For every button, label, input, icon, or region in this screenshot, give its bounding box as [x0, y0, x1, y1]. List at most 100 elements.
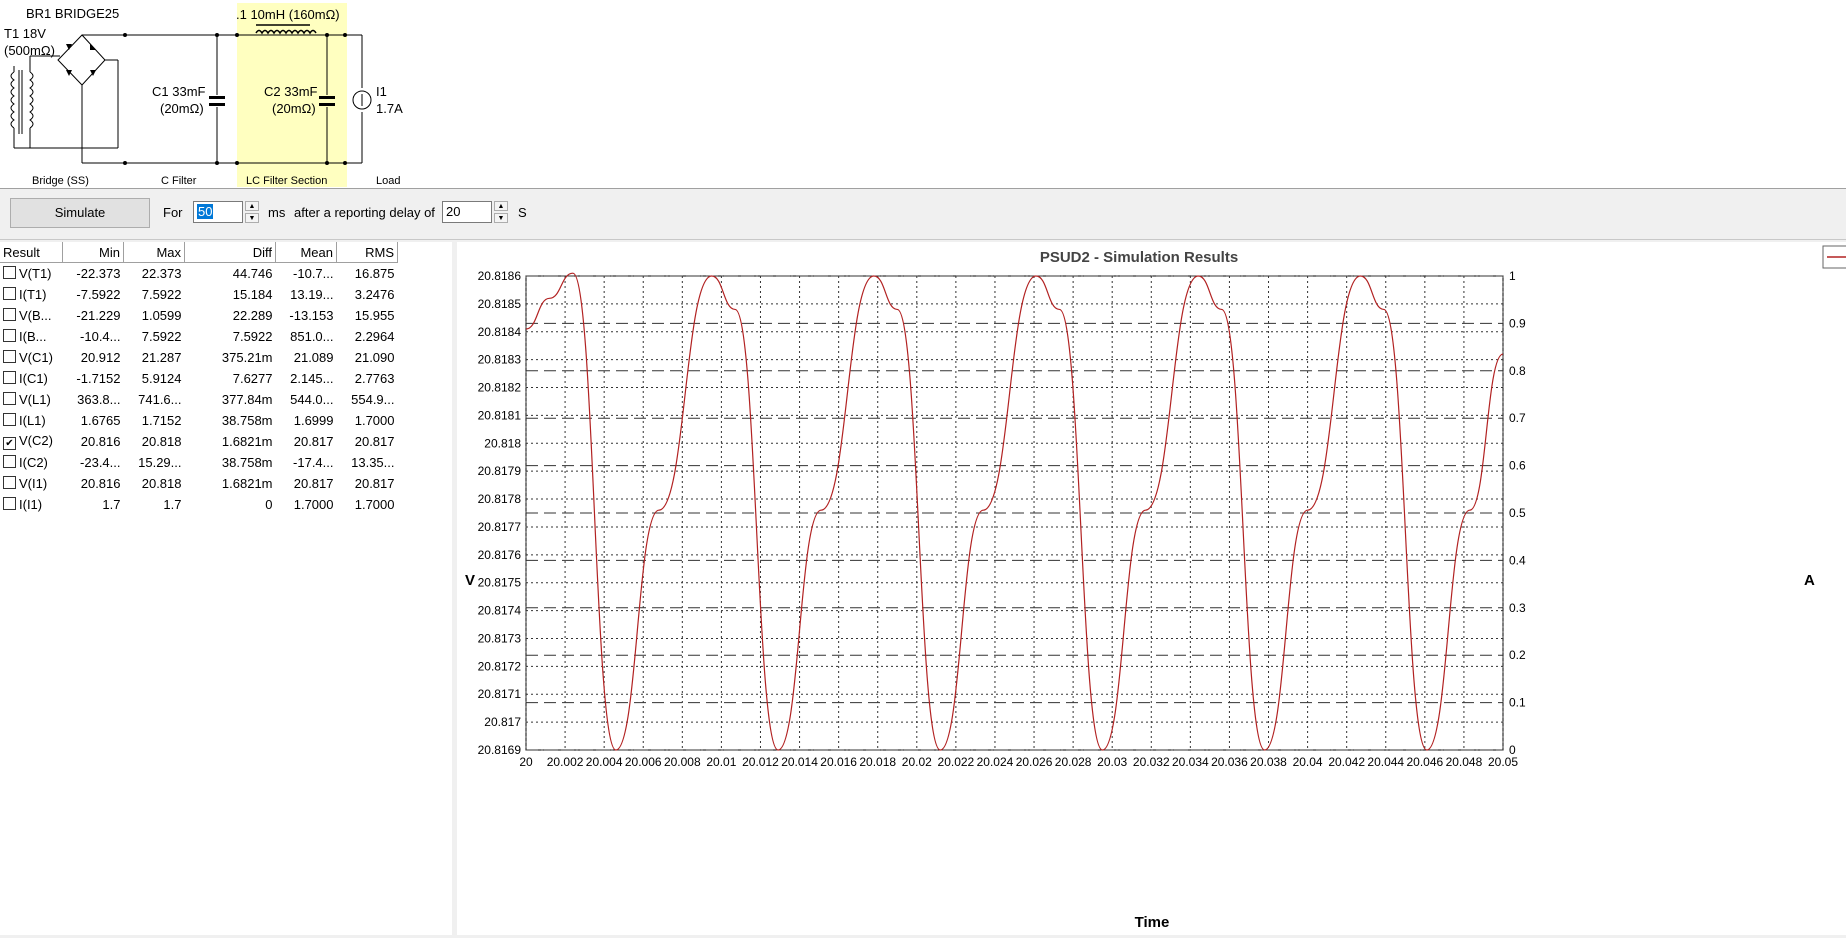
result-mean-cell: -13.153 [289, 308, 334, 323]
delay-input[interactable]: 20 [442, 201, 492, 223]
y-tick-label: 20.8179 [478, 464, 522, 478]
result-name: V(C1) [19, 350, 53, 365]
result-checkbox[interactable] [3, 476, 16, 489]
result-max-cell: 7.5922 [141, 287, 182, 302]
result-rms-cell: 1.7000 [354, 497, 395, 512]
duration-value: 50 [197, 204, 214, 219]
y2-axis-label: A [1804, 572, 1815, 589]
header-mean[interactable]: Mean [275, 242, 337, 263]
result-diff-cell: 15.184 [232, 287, 273, 302]
load-value: 1.7A [376, 101, 403, 116]
result-mean-cell: 1.6999 [293, 413, 334, 428]
result-row[interactable]: ✔ V(C2) 20.816 20.818 1.6821m 20.817 20.817 [0, 431, 398, 452]
x-tick-label: 20.034 [1172, 755, 1209, 769]
y2-tick-label: 0 [1509, 743, 1516, 757]
y-tick-label: 20.8185 [478, 297, 522, 311]
result-diff-cell: 7.6277 [232, 371, 273, 386]
result-row[interactable]: I(C2) -23.4... 15.29... 38.758m -17.4... 13.3… [0, 452, 398, 473]
chart-panel: PSUD2 - Simulation Results V A Time 20 20… [457, 242, 1846, 935]
header-max[interactable]: Max [123, 242, 185, 263]
result-checkbox[interactable] [3, 392, 16, 405]
result-rms-cell: 13.35... [351, 455, 395, 470]
result-name-cell: V(C1) [0, 347, 63, 368]
result-min-cell: 20.912 [80, 350, 121, 365]
result-checkbox[interactable] [3, 287, 16, 300]
result-name: I(C2) [19, 455, 48, 470]
result-mean-cell: 20.817 [293, 434, 334, 449]
inductor-label: .1 10mH (160mΩ) [236, 7, 340, 22]
result-checkbox[interactable] [3, 455, 16, 468]
spin-down-icon[interactable]: ▼ [245, 213, 259, 223]
result-min-cell: 1.6765 [80, 413, 121, 428]
result-diff-cell: 44.746 [232, 266, 273, 281]
header-diff[interactable]: Diff [184, 242, 276, 263]
result-name: I(C1) [19, 371, 48, 386]
result-row[interactable]: I(B... -10.4... 7.5922 7.5922 851.0... 2.2964 [0, 326, 398, 347]
y-tick-label: 20.8175 [478, 576, 522, 590]
results-header-row: Result Min Max Diff Mean RMS [0, 242, 398, 263]
result-name-cell: I(L1) [0, 410, 63, 431]
result-row[interactable]: V(C1) 20.912 21.287 375.21m 21.089 21.090 [0, 347, 398, 368]
result-max-cell: 22.373 [141, 266, 182, 281]
x-tick-label: 20.048 [1446, 755, 1483, 769]
result-checkbox[interactable] [3, 413, 16, 426]
x-tick-label: 20.006 [625, 755, 662, 769]
result-name: V(L1) [19, 392, 51, 407]
x-tick-label: 20.044 [1367, 755, 1404, 769]
delay-spinner[interactable]: ▲ ▼ [494, 201, 508, 223]
result-checkbox[interactable] [3, 371, 16, 384]
result-diff-cell: 38.758m [221, 455, 273, 470]
c2-label: C2 33mF [264, 84, 318, 99]
y2-tick-label: 0.8 [1509, 364, 1526, 378]
spin-up-icon[interactable]: ▲ [494, 201, 508, 211]
legend[interactable] [1822, 245, 1846, 269]
result-checkbox[interactable] [3, 497, 16, 510]
y2-tick-label: 0.7 [1509, 411, 1526, 425]
x-tick-label: 20.028 [1055, 755, 1092, 769]
spin-down-icon[interactable]: ▼ [494, 213, 508, 223]
result-row[interactable]: V(T1) -22.373 22.373 44.746 -10.7... 16.875 [0, 263, 398, 285]
result-min-cell: 1.7 [102, 497, 121, 512]
result-diff-cell: 0 [265, 497, 273, 512]
result-name: I(I1) [19, 497, 43, 512]
result-max-cell: 1.7 [163, 497, 182, 512]
duration-input[interactable]: 50 [193, 201, 243, 223]
x-tick-label: 20.024 [977, 755, 1014, 769]
simulate-button[interactable]: Simulate [10, 198, 150, 228]
y-tick-label: 20.8178 [478, 492, 522, 506]
result-row[interactable]: V(B... -21.229 1.0599 22.289 -13.153 15.955 [0, 305, 398, 326]
header-rms[interactable]: RMS [336, 242, 398, 263]
results-body: V(T1) -22.373 22.373 44.746 -10.7... 16.875 I(… [0, 263, 398, 516]
header-min[interactable]: Min [62, 242, 124, 263]
result-row[interactable]: I(T1) -7.5922 7.5922 15.184 13.19... 3.2476 [0, 284, 398, 305]
result-row[interactable]: I(L1) 1.6765 1.7152 38.758m 1.6999 1.7000 [0, 410, 398, 431]
result-max-cell: 15.29... [138, 455, 182, 470]
c2-resistance: (20mΩ) [272, 101, 316, 116]
result-checkbox[interactable]: ✔ [3, 437, 16, 450]
result-row[interactable]: V(I1) 20.816 20.818 1.6821m 20.817 20.817 [0, 473, 398, 494]
for-label: For [163, 205, 183, 220]
result-row[interactable]: I(I1) 1.7 1.7 0 1.7000 1.7000 [0, 494, 398, 515]
y-tick-label: 20.8176 [478, 548, 522, 562]
result-checkbox[interactable] [3, 308, 16, 321]
header-result[interactable]: Result [0, 242, 63, 263]
result-row[interactable]: I(C1) -1.7152 5.9124 7.6277 2.145... 2.7763 [0, 368, 398, 389]
result-checkbox[interactable] [3, 350, 16, 363]
results-panel: Result Min Max Diff Mean RMS V(T1) -22.37… [0, 242, 453, 935]
y2-tick-label: 0.2 [1509, 648, 1526, 662]
x-axis-label: Time [1135, 914, 1170, 931]
result-checkbox[interactable] [3, 329, 16, 342]
result-row[interactable]: V(L1) 363.8... 741.6... 377.84m 544.0... 554.… [0, 389, 398, 410]
result-name: I(B... [19, 329, 47, 344]
result-mean-cell: 1.7000 [293, 497, 334, 512]
result-name-cell: V(I1) [0, 473, 63, 494]
result-name-cell: ✔ V(C2) [0, 431, 63, 452]
result-rms-cell: 3.2476 [354, 287, 395, 302]
result-checkbox[interactable] [3, 266, 16, 279]
spin-up-icon[interactable]: ▲ [245, 201, 259, 211]
result-diff-cell: 7.5922 [232, 329, 273, 344]
x-tick-label: 20.008 [664, 755, 701, 769]
result-rms-cell: 21.090 [354, 350, 395, 365]
duration-spinner[interactable]: ▲ ▼ [245, 201, 259, 223]
section-bridge: Bridge (SS) [32, 175, 89, 187]
